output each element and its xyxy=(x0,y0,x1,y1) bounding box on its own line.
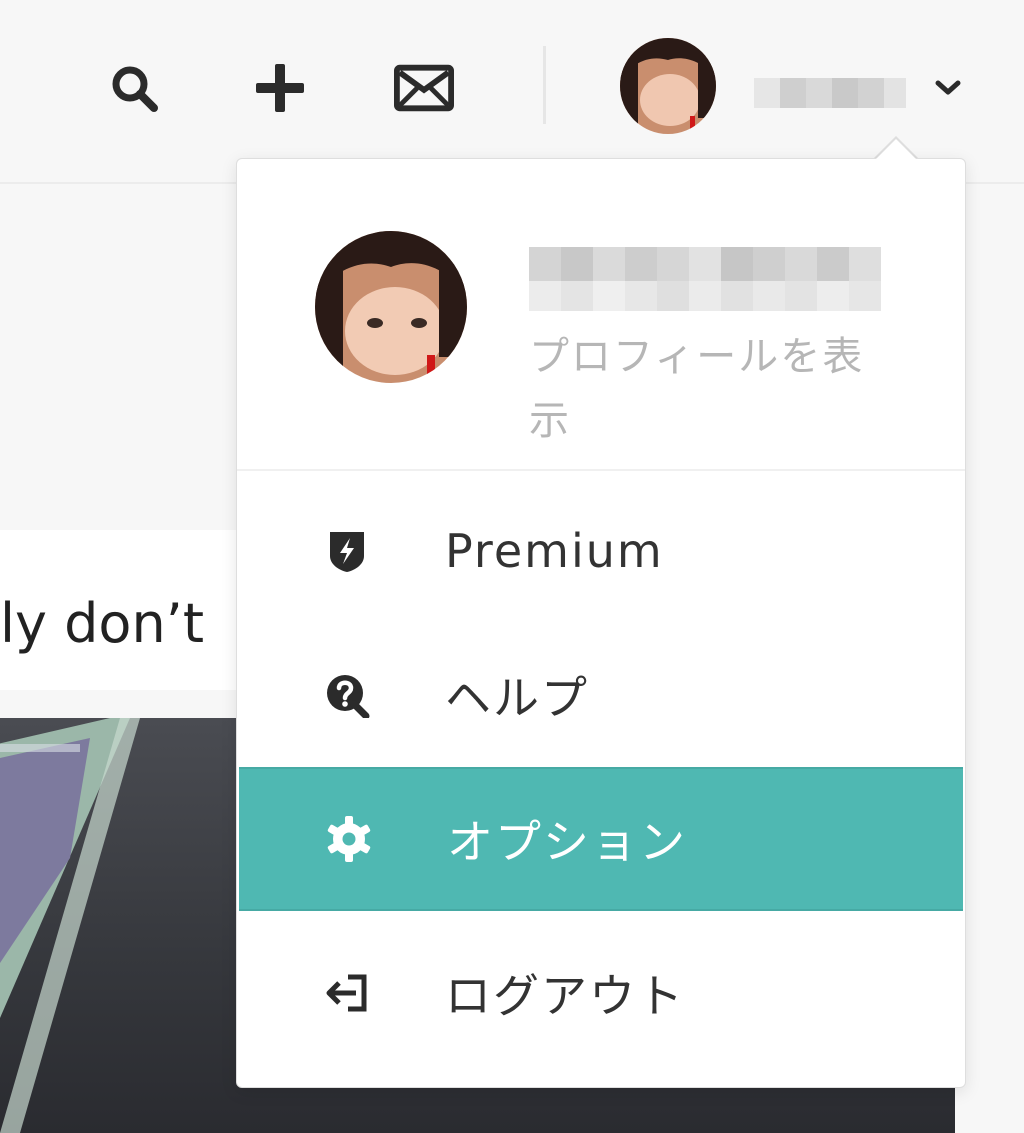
profile-name-blurred xyxy=(529,247,881,315)
header-divider xyxy=(543,46,546,124)
chevron-down-icon[interactable] xyxy=(928,68,968,108)
plus-icon[interactable] xyxy=(250,58,310,118)
dropdown-caret-inner xyxy=(874,139,918,161)
top-navigation-bar xyxy=(0,0,1024,184)
username-blurred[interactable] xyxy=(754,72,910,114)
help-icon xyxy=(321,669,373,721)
mail-icon[interactable] xyxy=(394,58,454,118)
post-text-snippet: ly don’t xyxy=(0,594,205,654)
menu-item-premium[interactable]: Premium xyxy=(237,481,965,621)
menu-item-options[interactable]: オプション xyxy=(239,767,963,911)
menu-item-label: ヘルプ xyxy=(445,671,589,725)
menu-item-label: ログアウト xyxy=(445,969,685,1023)
account-dropdown-menu: プロフィールを表示 Premium ヘルプ オプション ログアウト xyxy=(236,158,966,1088)
gear-icon xyxy=(323,813,375,865)
profile-avatar xyxy=(315,231,467,383)
menu-item-help[interactable]: ヘルプ xyxy=(237,625,965,765)
menu-item-label: オプション xyxy=(447,815,687,869)
view-profile-link[interactable]: プロフィールを表示 xyxy=(529,325,869,453)
menu-item-label: Premium xyxy=(445,524,664,578)
avatar[interactable] xyxy=(620,38,716,134)
menu-item-logout[interactable]: ログアウト xyxy=(237,923,965,1063)
premium-shield-icon xyxy=(321,525,373,577)
search-icon[interactable] xyxy=(104,58,164,118)
logout-icon xyxy=(321,967,373,1019)
profile-header[interactable]: プロフィールを表示 xyxy=(237,159,965,471)
